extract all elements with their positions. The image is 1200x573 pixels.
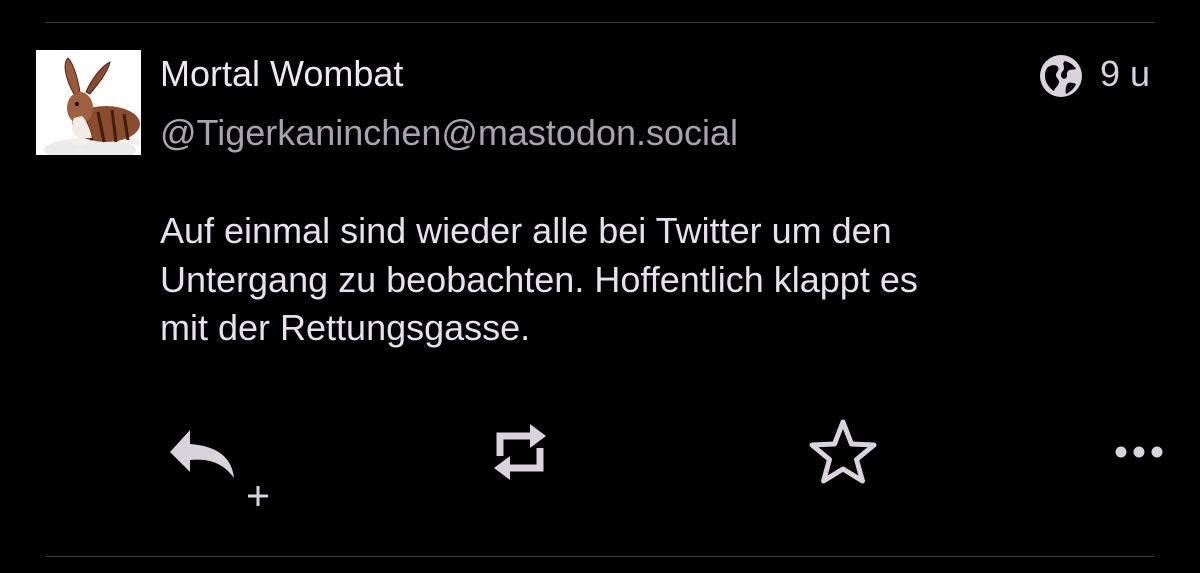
bottom-divider [46,556,1154,557]
avatar[interactable] [36,50,141,155]
post-content-line: mit der Rettungsgasse. [160,307,531,348]
post-timestamp[interactable]: 9 u [1100,52,1150,96]
boost-button[interactable] [486,418,554,486]
star-icon [809,419,877,484]
more-icon [1115,446,1163,458]
reply-icon [170,430,268,506]
top-divider [46,22,1154,23]
author-display-name[interactable]: Mortal Wombat [160,52,403,96]
boost-icon [494,424,546,480]
favourite-button[interactable] [808,418,878,484]
globe-icon [1040,55,1082,97]
more-options-button[interactable] [1112,440,1166,464]
post-content-line: Untergang zu beobachten. Hoffentlich kla… [160,258,918,300]
post-content: Auf einmal sind wieder alle bei Twitter … [160,207,1160,353]
post-content-line: Auf einmal sind wieder alle bei Twitter … [160,210,892,251]
rabbit-avatar [36,50,141,155]
author-handle[interactable]: @Tigerkaninchen@mastodon.social [160,111,738,155]
reply-button[interactable] [168,428,278,513]
